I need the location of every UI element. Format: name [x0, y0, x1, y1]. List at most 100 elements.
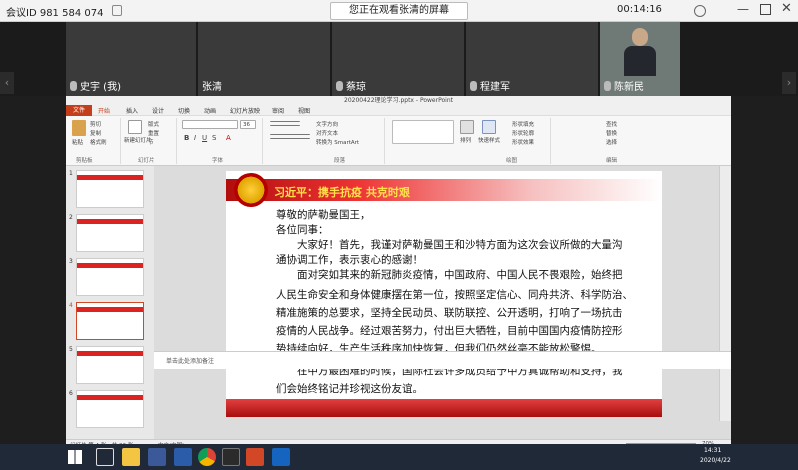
- shape-effects-button[interactable]: 形状效果: [512, 138, 534, 146]
- text-direction-button[interactable]: 文字方向: [316, 120, 338, 128]
- info-icon[interactable]: [694, 5, 706, 17]
- strikethrough-icon[interactable]: S: [212, 134, 216, 142]
- group-slides: 幻灯片: [138, 158, 155, 164]
- video-person-head: [632, 28, 648, 46]
- strip-next-icon[interactable]: ›: [782, 72, 796, 94]
- tab-slideshow[interactable]: 幻灯片放映: [230, 106, 260, 115]
- windows-start-icon[interactable]: [68, 450, 82, 464]
- bullets-icon[interactable]: [270, 121, 300, 126]
- tab-file[interactable]: 文件: [66, 105, 92, 116]
- powerpoint-icon[interactable]: [246, 448, 264, 466]
- italic-icon[interactable]: I: [194, 134, 196, 142]
- slide-text-line: 人民生命安全和身体健康摆在第一位，按照坚定信心、同舟共济、科学防治、: [276, 289, 633, 301]
- vertical-scrollbar[interactable]: [719, 166, 731, 421]
- font-name-select[interactable]: [182, 120, 238, 129]
- shapes-gallery[interactable]: [392, 120, 454, 144]
- section-button[interactable]: 节: [148, 138, 154, 146]
- windows-taskbar: 14:31 2020/4/22: [0, 444, 798, 470]
- paste-icon[interactable]: [72, 120, 86, 136]
- slide-thumbnail[interactable]: [76, 170, 144, 208]
- font-size-select[interactable]: 36: [240, 120, 256, 129]
- slide-text-line: 尊敬的萨勒曼国王，: [276, 209, 371, 221]
- slide-thumbnail-pane: 1 2 3 4 5 6: [66, 166, 154, 439]
- shared-screen: 20200422理论学习.pptx - PowerPoint 文件 开始 插入 …: [66, 96, 731, 455]
- slide-text-line: 疫情的人民战争。经过艰苦努力，付出巨大牺牲，目前中国国内疫情防控形: [276, 325, 623, 337]
- participant-tile[interactable]: 程建军: [466, 22, 598, 96]
- tab-home[interactable]: 开始: [98, 106, 110, 115]
- shape-outline-button[interactable]: 形状轮廓: [512, 129, 534, 137]
- arrange-icon[interactable]: [460, 120, 474, 134]
- store-icon[interactable]: [148, 448, 166, 466]
- media-icon[interactable]: [222, 448, 240, 466]
- group-clipboard: 剪贴板: [76, 158, 93, 164]
- tab-insert[interactable]: 插入: [126, 106, 138, 115]
- new-slide-icon[interactable]: [128, 120, 142, 134]
- app-icon[interactable]: [174, 448, 192, 466]
- slide-number: 1: [69, 170, 73, 177]
- slide-thumbnail[interactable]: [76, 346, 144, 384]
- cut-button[interactable]: 剪切: [90, 120, 101, 128]
- current-slide[interactable]: 习近平：携手抗疫 共克时艰 尊敬的萨勒曼国王， 各位同事： 大家好！首先，我谨对…: [226, 171, 662, 417]
- bold-icon[interactable]: B: [184, 134, 189, 142]
- group-font: 字体: [212, 158, 224, 164]
- chrome-icon[interactable]: [198, 448, 216, 466]
- participant-tile[interactable]: 张清: [198, 22, 330, 96]
- red-flag-decoration: [226, 399, 662, 417]
- tab-transitions[interactable]: 切换: [178, 106, 190, 115]
- slide-thumbnail-selected[interactable]: [76, 302, 144, 340]
- minimize-icon[interactable]: —: [737, 2, 749, 16]
- participant-tile[interactable]: 史宇 (我): [66, 22, 196, 96]
- participant-name: 蔡琼: [346, 82, 366, 93]
- font-color-icon[interactable]: A: [226, 134, 231, 142]
- maximize-icon[interactable]: [760, 4, 771, 15]
- shield-icon[interactable]: [112, 5, 122, 16]
- slide-thumbnail[interactable]: [76, 258, 144, 296]
- strip-prev-icon[interactable]: ‹: [0, 72, 14, 94]
- meeting-app-icon[interactable]: [272, 448, 290, 466]
- notes-pane[interactable]: 单击此处添加备注: [154, 351, 731, 369]
- participant-tile[interactable]: 蔡琼: [332, 22, 464, 96]
- tab-view[interactable]: 视图: [298, 106, 310, 115]
- slide-text-line: 通协调工作，表示衷心的感谢！: [276, 254, 423, 266]
- tab-animations[interactable]: 动画: [204, 106, 216, 115]
- reset-button[interactable]: 重置: [148, 129, 159, 137]
- watching-screen-label: 您正在观看张清的屏幕: [330, 2, 468, 20]
- format-painter-button[interactable]: 格式刷: [90, 138, 107, 146]
- task-view-icon[interactable]: [96, 448, 114, 466]
- tab-review[interactable]: 审阅: [272, 106, 284, 115]
- tab-design[interactable]: 设计: [152, 106, 164, 115]
- quick-styles-button[interactable]: 快速样式: [478, 136, 500, 144]
- ribbon-divider: [262, 118, 263, 164]
- find-button[interactable]: 查找: [606, 120, 617, 128]
- layout-button[interactable]: 版式: [148, 120, 159, 128]
- clock-date[interactable]: 2020/4/22: [700, 457, 731, 464]
- shape-fill-button[interactable]: 形状填充: [512, 120, 534, 128]
- slide-text-line: 们会始终铭记并珍视这份友谊。: [276, 383, 423, 395]
- font-size-value: 36: [243, 122, 250, 128]
- copy-button[interactable]: 复制: [90, 129, 101, 137]
- slide-thumbnail[interactable]: [76, 214, 144, 252]
- ribbon-divider: [176, 118, 177, 164]
- align-text-button[interactable]: 对齐文本: [316, 129, 338, 137]
- paste-button[interactable]: 粘贴: [72, 138, 83, 146]
- smartart-button[interactable]: 转换为 SmartArt: [316, 138, 359, 146]
- arrange-button[interactable]: 排列: [460, 136, 471, 144]
- slide-text-line: 面对突如其来的新冠肺炎疫情，中国政府、中国人民不畏艰险，始终把: [276, 269, 623, 281]
- slide-thumbnail[interactable]: [76, 390, 144, 428]
- clock-time[interactable]: 14:31: [704, 447, 721, 454]
- mic-icon: [604, 80, 611, 91]
- replace-button[interactable]: 替换: [606, 129, 617, 137]
- ppt-window-title: 20200422理论学习.pptx - PowerPoint: [66, 96, 731, 105]
- participant-strip: ‹ 史宇 (我) 张清 蔡琼 程建军 陈新民 ›: [0, 22, 798, 96]
- quick-styles-icon[interactable]: [482, 120, 496, 134]
- align-icon[interactable]: [270, 134, 310, 139]
- participant-name: 程建军: [480, 82, 510, 93]
- select-button[interactable]: 选择: [606, 138, 617, 146]
- underline-icon[interactable]: U: [202, 134, 207, 142]
- file-explorer-icon[interactable]: [122, 448, 140, 466]
- close-icon[interactable]: ✕: [781, 1, 792, 16]
- ribbon-divider: [550, 118, 551, 164]
- ribbon-tabs: 文件 开始 插入 设计 切换 动画 幻灯片放映 审阅 视图: [66, 105, 731, 116]
- participant-tile-video[interactable]: 陈新民: [600, 22, 680, 96]
- slide-number: 2: [69, 214, 73, 221]
